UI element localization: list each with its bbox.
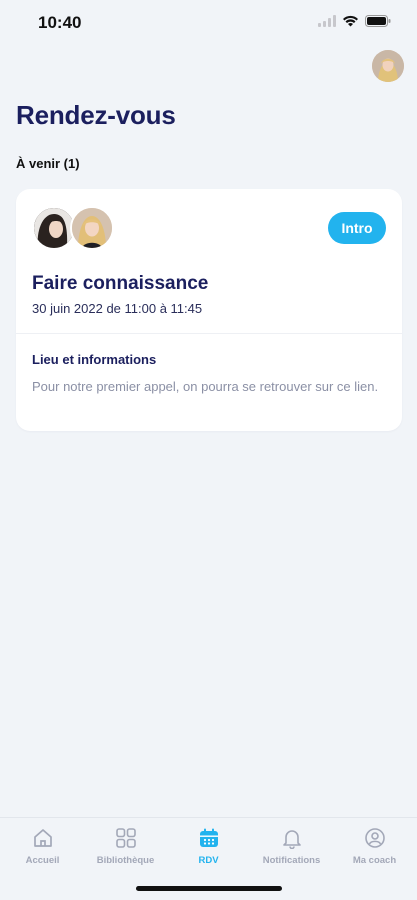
battery-icon: [365, 15, 391, 27]
tab-label: Bibliothèque: [96, 855, 155, 866]
tab-bibliotheque[interactable]: Bibliothèque: [84, 826, 167, 876]
appointment-date: 30 juin 2022 de 11:00 à 11:45: [32, 301, 203, 316]
wifi-icon: [342, 15, 359, 27]
tab-accueil[interactable]: Accueil: [1, 826, 84, 876]
appointment-type-badge: Intro: [328, 212, 386, 244]
tab-notifications[interactable]: Notifications: [250, 826, 333, 876]
tab-label: Notifications: [262, 855, 321, 866]
bell-icon: [280, 826, 304, 850]
status-icons: [318, 15, 391, 27]
calendar-icon: [197, 826, 221, 850]
card-divider: [16, 333, 402, 334]
participant-avatar: [70, 206, 114, 250]
location-info-label: Lieu et informations: [32, 352, 157, 367]
status-time: 10:40: [38, 13, 82, 32]
participant-avatars: [32, 206, 114, 250]
user-circle-icon: [363, 826, 387, 850]
location-info-text: Pour notre premier appel, on pourra se r…: [32, 379, 379, 394]
page-title: Rendez-vous: [16, 100, 176, 130]
tab-ma-coach[interactable]: Ma coach: [333, 826, 416, 876]
appointment-title: Faire connaissance: [32, 273, 209, 294]
tab-label: Ma coach: [352, 855, 397, 866]
tab-rdv[interactable]: RDV: [167, 826, 250, 876]
grid-icon: [114, 826, 138, 850]
upcoming-section-label: À venir (1): [16, 156, 80, 171]
home-icon: [31, 826, 55, 850]
home-indicator: [136, 886, 282, 891]
appointment-card[interactable]: Intro Faire connaissance 30 juin 2022 de…: [16, 189, 402, 431]
signal-icon: [318, 15, 336, 27]
tab-label: RDV: [198, 855, 219, 866]
status-bar: 10:40: [0, 0, 417, 46]
profile-avatar[interactable]: [372, 50, 404, 82]
tab-label: Accueil: [25, 855, 60, 866]
